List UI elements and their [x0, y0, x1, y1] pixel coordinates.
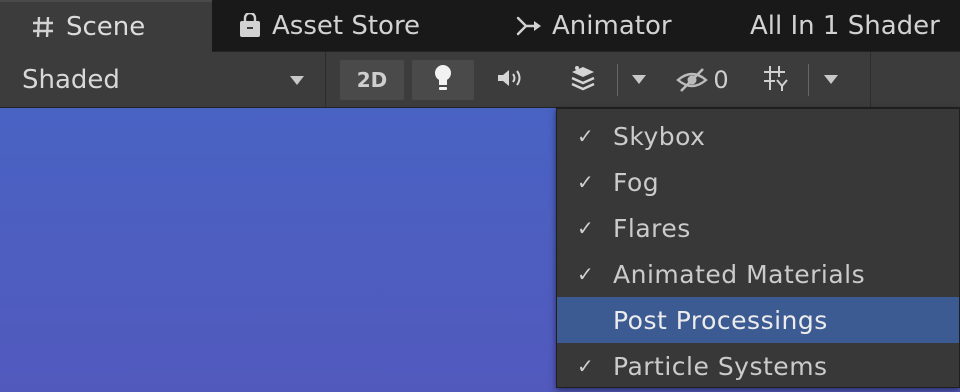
checkmark-icon: ✓ [577, 262, 594, 286]
tab-bar: Scene Asset Store Animator All In 1 Shad… [0, 0, 960, 52]
menu-item-animated-materials[interactable]: ✓ Animated Materials [557, 251, 959, 297]
hidden-objects-toggle[interactable]: 0 [660, 52, 744, 107]
toolbar-divider [808, 64, 809, 96]
lightbulb-icon [432, 63, 454, 97]
menu-item-label: Post Processings [613, 305, 828, 335]
shading-mode-dropdown[interactable]: Shaded [0, 52, 326, 107]
shopping-bag-icon [238, 13, 262, 39]
scene-toolbar: Shaded 2D 0 [0, 52, 960, 108]
shading-mode-label: Shaded [22, 64, 120, 95]
menu-item-label: Flares [613, 213, 691, 243]
effects-dropdown-menu: ✓ Skybox ✓ Fog ✓ Flares ✓ Animated Mater… [556, 108, 960, 388]
tab-all-in-1-shader[interactable]: All In 1 Shader [732, 0, 960, 52]
menu-item-fog[interactable]: ✓ Fog [557, 159, 959, 205]
speaker-icon [495, 67, 525, 93]
chevron-down-icon [290, 76, 304, 85]
animator-icon [516, 15, 542, 37]
effects-icon [568, 64, 598, 96]
tab-all-in-1-shader-label: All In 1 Shader [750, 11, 940, 41]
2d-mode-button[interactable]: 2D [340, 60, 404, 100]
hidden-objects-count: 0 [713, 65, 729, 94]
menu-item-label: Particle Systems [613, 351, 828, 381]
gizmo-grid-icon [761, 63, 791, 97]
checkmark-icon: ✓ [577, 170, 594, 194]
menu-item-post-processings[interactable]: Post Processings [557, 297, 959, 343]
gizmos-toggle-button[interactable] [750, 52, 802, 107]
checkmark-icon: ✓ [577, 354, 594, 378]
hash-grid-icon [30, 14, 56, 40]
checkmark-icon: ✓ [577, 124, 594, 148]
audio-toggle-button[interactable] [482, 52, 538, 107]
unity-scene-window: Scene Asset Store Animator All In 1 Shad… [0, 0, 960, 392]
effects-menu-dropdown[interactable] [622, 52, 656, 107]
menu-item-skybox[interactable]: ✓ Skybox [557, 113, 959, 159]
effects-toggle-button[interactable] [558, 52, 608, 107]
tab-animator[interactable]: Animator [472, 0, 732, 52]
menu-item-label: Animated Materials [613, 259, 866, 289]
menu-item-flares[interactable]: ✓ Flares [557, 205, 959, 251]
gizmos-menu-dropdown[interactable] [814, 52, 848, 107]
2d-mode-label: 2D [356, 68, 388, 92]
chevron-down-icon [824, 75, 838, 84]
checkmark-icon: ✓ [577, 216, 594, 240]
tab-scene[interactable]: Scene [0, 0, 212, 52]
tab-asset-store[interactable]: Asset Store [212, 0, 472, 52]
tab-asset-store-label: Asset Store [272, 11, 421, 41]
tab-scene-label: Scene [66, 12, 146, 42]
toolbar-divider [617, 64, 618, 96]
eye-slash-icon [675, 67, 709, 93]
lighting-toggle-button[interactable] [412, 60, 474, 100]
menu-item-particle-systems[interactable]: ✓ Particle Systems [557, 343, 959, 389]
menu-item-label: Skybox [613, 121, 706, 151]
chevron-down-icon [632, 75, 646, 84]
menu-item-label: Fog [613, 167, 660, 197]
toolbar-empty-area [870, 52, 960, 107]
tab-animator-label: Animator [552, 11, 672, 41]
